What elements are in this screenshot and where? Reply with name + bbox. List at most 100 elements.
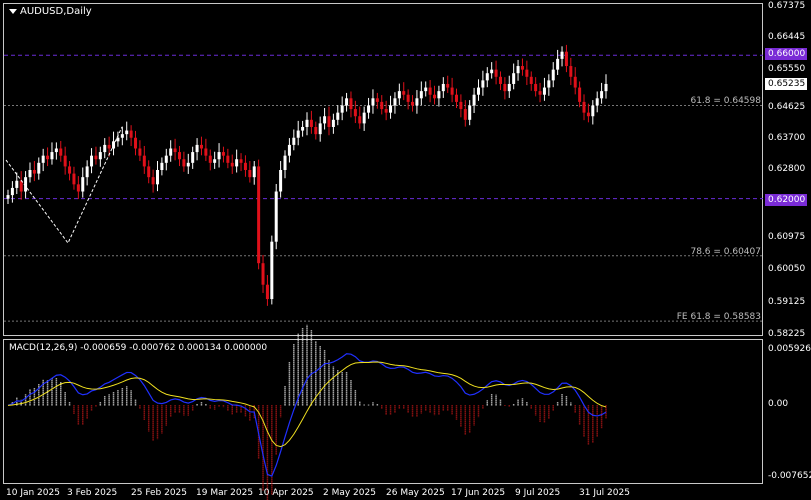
candle-body [560, 51, 564, 59]
fib-label-618: 61.8 = 0.64598 [690, 96, 761, 106]
candle-body [76, 184, 80, 192]
candle-body [199, 144, 203, 149]
candle-body [59, 148, 63, 156]
macd-tick: 0.00 [768, 399, 789, 409]
candle-body [472, 94, 476, 106]
candle-body [274, 191, 278, 242]
candle-body [279, 170, 283, 192]
candle-body [204, 148, 208, 156]
candle-body [195, 144, 199, 153]
chart-title[interactable]: AUDUSD,Daily [9, 6, 92, 17]
candle-body [569, 66, 573, 77]
candle-body [578, 87, 582, 102]
candle-body [468, 105, 472, 120]
candle-body [380, 101, 384, 110]
candle-body [37, 162, 41, 174]
candle-body [419, 91, 423, 99]
macd-title: MACD(12,26,9) -0.000659 -0.000762 0.0001… [9, 343, 268, 353]
candle-body [90, 155, 94, 167]
candle-body [129, 130, 133, 138]
candle-body [591, 105, 595, 117]
candle-body [305, 119, 309, 127]
candle-body [151, 177, 155, 185]
candle-body [116, 137, 120, 142]
candle-body [134, 137, 138, 149]
chart-title-text: AUDUSD,Daily [20, 6, 92, 17]
candle-body [41, 155, 45, 163]
fib-label-786: 78.6 = 0.60407 [690, 247, 761, 257]
candle-body [367, 105, 371, 113]
candle-body [301, 126, 305, 131]
date-tick: 3 Feb 2025 [67, 488, 118, 498]
candle-body [54, 148, 58, 153]
price-tick: 0.60975 [768, 232, 806, 242]
candle-body [512, 73, 516, 84]
price-tick: 0.62800 [768, 164, 806, 174]
candle-body [81, 177, 85, 192]
candle-body [160, 162, 164, 170]
candle-body [138, 148, 142, 156]
candle-body [556, 58, 560, 70]
candle-body [600, 91, 604, 99]
price-tick: 0.65550 [768, 64, 806, 74]
candle-body [261, 263, 265, 285]
price-tick: 0.58225 [768, 329, 806, 339]
date-tick: 10 Jan 2025 [6, 488, 60, 498]
candle-body [230, 162, 234, 167]
candle-body [503, 83, 507, 92]
candle-body [32, 170, 36, 174]
candle-body [217, 152, 221, 160]
candle-body [63, 155, 67, 167]
candle-body [476, 87, 480, 95]
candle-body [309, 119, 313, 127]
candle-body [446, 83, 450, 88]
candle-body [283, 155, 287, 170]
candle-body [481, 80, 485, 88]
candle-body [516, 66, 520, 74]
candle-body [331, 119, 335, 127]
price-tick: 0.63700 [768, 133, 806, 143]
candle-body [424, 87, 428, 92]
candle-body [402, 91, 406, 95]
date-tick: 9 Jul 2025 [515, 488, 561, 498]
candle-body [538, 91, 542, 95]
candle-body [287, 144, 291, 156]
candle-body [257, 166, 261, 264]
candle-body [595, 98, 599, 106]
candle-body [164, 155, 168, 163]
candle-body [296, 130, 300, 138]
level-badge-high: 0.66000 [765, 48, 807, 60]
candle-body [507, 83, 511, 92]
candle-body [213, 159, 217, 163]
candle-body [406, 94, 410, 102]
candle-body [362, 112, 366, 124]
price-tick: 0.59125 [768, 297, 806, 307]
candle-body [384, 109, 388, 113]
candle-body [177, 152, 181, 160]
candle-body [349, 98, 353, 110]
candle-body [415, 98, 419, 106]
candle-body [270, 241, 274, 300]
candle-body [327, 116, 331, 127]
candle-body [441, 83, 445, 92]
candle-body [208, 155, 212, 163]
candle-body [437, 91, 441, 99]
candle-body [107, 144, 111, 149]
candle-body [389, 105, 393, 113]
candle-body [551, 69, 555, 81]
candle-body [353, 109, 357, 117]
candle-body [345, 98, 349, 106]
candle-body [243, 162, 247, 170]
candle-body [358, 116, 362, 124]
candle-body [265, 284, 269, 300]
date-tick: 17 Jun 2025 [451, 488, 506, 498]
candle-body [46, 155, 50, 160]
candle-body [103, 144, 107, 153]
candle-body [397, 91, 401, 99]
candle-body [191, 152, 195, 163]
candle-body [156, 170, 159, 185]
date-tick: 19 Mar 2025 [196, 488, 254, 498]
candle-body [564, 51, 568, 67]
candle-body [336, 112, 340, 120]
price-tick: 0.60050 [768, 264, 806, 274]
